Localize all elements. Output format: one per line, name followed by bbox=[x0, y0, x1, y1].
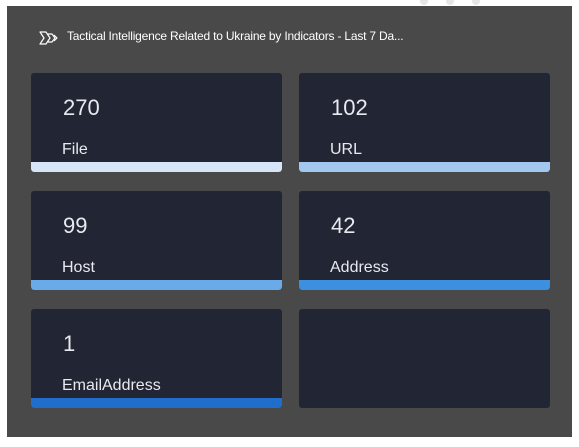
indicator-icon bbox=[38, 30, 60, 46]
indicator-label: EmailAddress bbox=[62, 377, 161, 394]
indicator-tile-url[interactable]: 102 URL bbox=[299, 73, 550, 172]
drag-dot bbox=[472, 0, 480, 5]
indicator-bar bbox=[299, 162, 550, 172]
indicator-label: Host bbox=[62, 259, 95, 276]
drag-dot bbox=[446, 0, 454, 5]
indicator-tile-address[interactable]: 42 Address bbox=[299, 191, 550, 290]
indicator-tile-host[interactable]: 99 Host bbox=[31, 191, 282, 290]
indicator-bar bbox=[31, 162, 282, 172]
widget-header: Tactical Intelligence Related to Ukraine… bbox=[7, 6, 572, 66]
indicators-widget: Tactical Intelligence Related to Ukraine… bbox=[7, 6, 572, 437]
indicator-label: Address bbox=[330, 259, 389, 276]
indicator-tile-emailaddress[interactable]: 1 EmailAddress bbox=[31, 309, 282, 408]
indicator-bar bbox=[299, 280, 550, 290]
indicator-count: 99 bbox=[63, 213, 88, 238]
indicator-label: URL bbox=[330, 141, 363, 158]
indicator-label: File bbox=[62, 141, 88, 158]
indicator-tile-file[interactable]: 270 File bbox=[31, 73, 282, 172]
indicator-bar bbox=[31, 398, 282, 408]
indicator-count: 270 bbox=[63, 95, 100, 120]
dashboard-frame: Tactical Intelligence Related to Ukraine… bbox=[0, 0, 579, 447]
indicator-count: 42 bbox=[331, 213, 356, 238]
indicator-count: 1 bbox=[63, 331, 76, 356]
widget-title: Tactical Intelligence Related to Ukraine… bbox=[67, 29, 404, 43]
indicator-bar bbox=[31, 280, 282, 290]
empty-tile bbox=[299, 309, 550, 408]
indicator-count: 102 bbox=[331, 95, 368, 120]
drag-dot bbox=[420, 0, 428, 5]
